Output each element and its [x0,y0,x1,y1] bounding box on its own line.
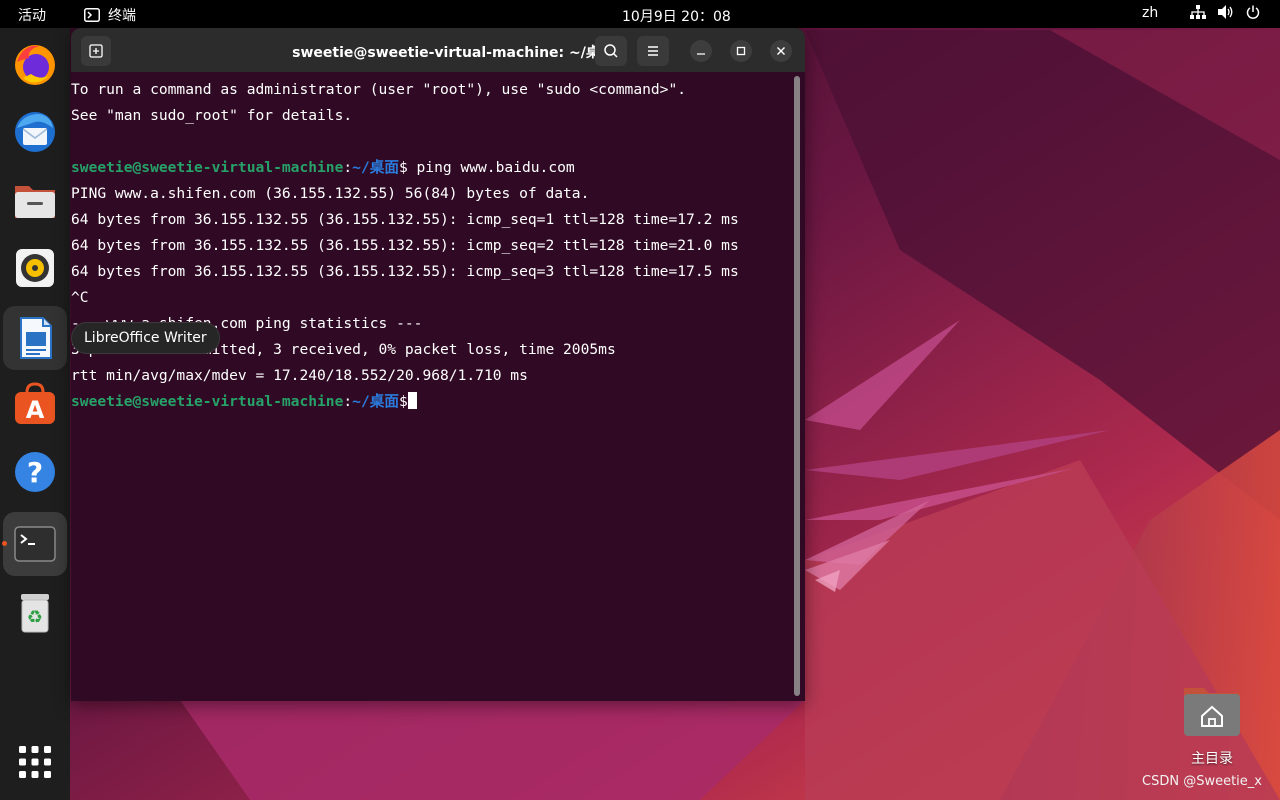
hamburger-menu-icon [648,46,658,56]
search-button[interactable] [595,36,627,66]
thunderbird-icon [15,112,55,152]
prompt-path: ~/桌面 [352,159,399,176]
output-line: PING www.a.shifen.com (36.155.132.55) 56… [71,185,590,202]
files-icon [15,186,55,218]
running-indicator [2,541,7,546]
terminal-headerbar[interactable]: sweetie@sweetie-virtual-machine: ~/桌面 [71,28,805,72]
trash-icon: ♻ [21,594,49,633]
minimize-button[interactable] [690,40,712,62]
rhythmbox-icon [16,249,54,287]
terminal-small-icon [84,8,100,22]
maximize-icon [736,46,746,56]
terminal-output[interactable]: To run a command as administrator (user … [71,72,791,701]
power-icon [1246,5,1260,19]
dock-item-firefox[interactable] [3,32,67,96]
top-bar: 活动 终端 10月9日 20：08 zh [0,0,1280,28]
terminal-window[interactable]: sweetie@sweetie-virtual-machine: ~/桌面 To… [71,28,805,701]
prompt-line: sweetie@sweetie-virtual-machine:~/桌面$ pi… [71,159,575,176]
command-text: ping www.baidu.com [407,159,575,176]
maximize-button[interactable] [730,40,752,62]
prompt-path: ~/桌面 [352,393,399,410]
dock-item-files[interactable] [3,168,67,232]
watermark-text: CSDN @Sweetie_x [1142,774,1262,789]
app-grid-icon [19,746,51,778]
input-method-indicator[interactable]: zh [1142,5,1158,21]
writer-icon [20,317,52,359]
output-line: To run a command as administrator (user … [71,81,687,98]
svg-text:A: A [26,396,45,424]
text-cursor [407,392,417,409]
network-icon [1190,5,1206,19]
dock-item-libreoffice-writer[interactable] [3,306,67,370]
prompt-user: sweetie@sweetie-virtual-machine [71,393,344,410]
prompt-user: sweetie@sweetie-virtual-machine [71,159,344,176]
activities-button[interactable]: 活动 [18,5,46,25]
output-line: 64 bytes from 36.155.132.55 (36.155.132.… [71,263,739,280]
help-icon: ? [15,452,55,492]
menu-button[interactable] [637,36,669,66]
app-menu[interactable]: 终端 [84,5,136,25]
dock-item-help[interactable]: ? [3,440,67,504]
svg-text:♻: ♻ [27,607,43,628]
app-menu-label: 终端 [108,8,136,24]
terminal-icon [14,526,56,562]
output-line: See "man sudo_root" for details. [71,107,353,124]
dock-tooltip: LibreOffice Writer [71,322,220,354]
prompt-line[interactable]: sweetie@sweetie-virtual-machine:~/桌面$ [71,389,791,415]
home-folder-icon [1184,688,1240,736]
dock-item-app-center[interactable]: A [3,372,67,436]
minimize-icon [697,53,705,55]
volume-icon [1218,5,1233,19]
app-center-icon: A [15,382,55,424]
dock-item-thunderbird[interactable] [3,100,67,164]
system-tray[interactable] [1190,5,1260,19]
close-button[interactable] [770,40,792,62]
clock[interactable]: 10月9日 20：08 [622,6,731,26]
dock: A ? ♻ [0,28,70,800]
close-icon [777,47,785,55]
output-line: 64 bytes from 36.155.132.55 (36.155.132.… [71,211,739,228]
output-line: 64 bytes from 36.155.132.55 (36.155.132.… [71,237,739,254]
dock-item-trash[interactable]: ♻ [3,580,67,644]
firefox-icon [15,45,55,85]
output-line: rtt min/avg/max/mdev = 17.240/18.552/20.… [71,367,528,384]
dock-item-rhythmbox[interactable] [3,236,67,300]
output-line: ^C [71,289,89,306]
search-icon [604,44,618,58]
terminal-scrollbar[interactable] [794,76,800,696]
desktop-home-folder[interactable]: 主目录 [1180,684,1244,768]
home-folder-label: 主目录 [1191,751,1233,767]
svg-text:?: ? [27,456,43,489]
dock-item-terminal[interactable] [2,512,67,576]
show-apps-button[interactable] [3,730,67,794]
